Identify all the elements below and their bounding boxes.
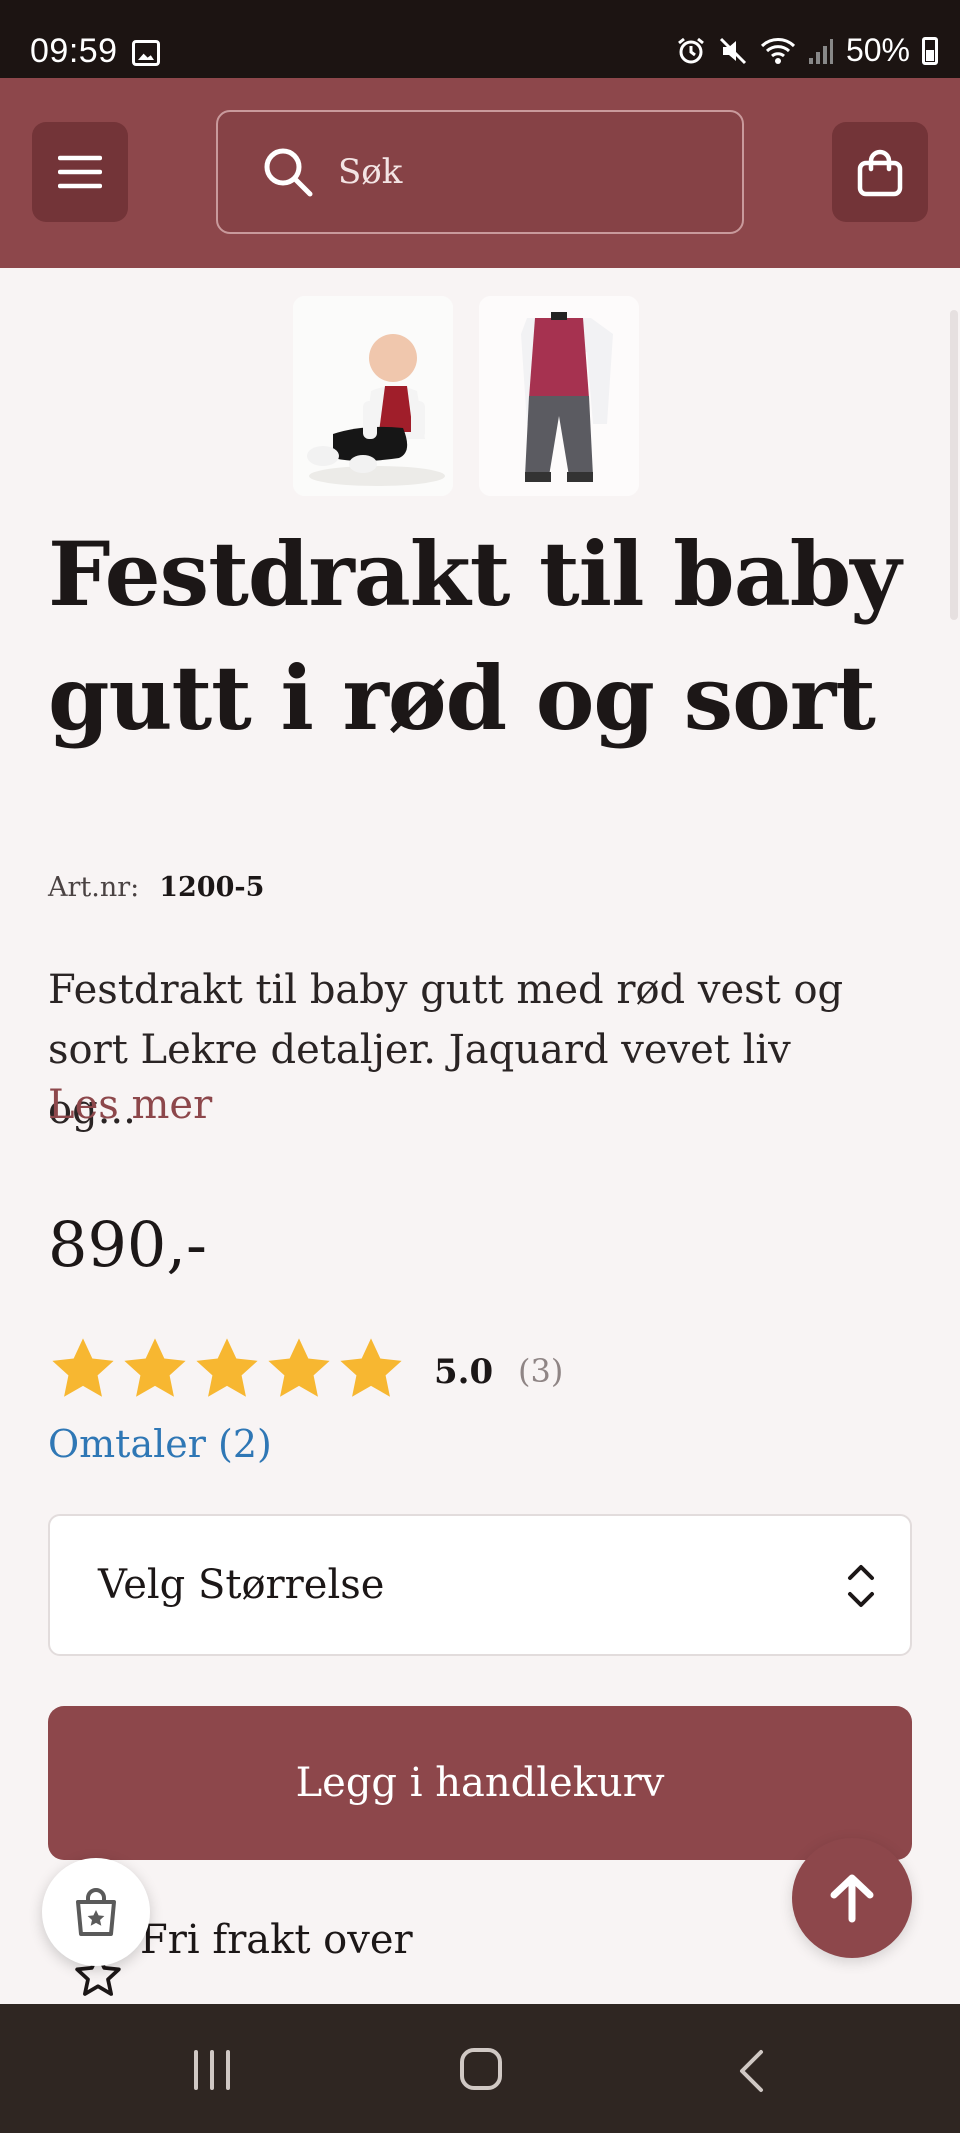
rating-stars xyxy=(48,1334,406,1404)
status-icons: 50% xyxy=(676,32,938,69)
cart-button[interactable] xyxy=(832,122,928,222)
menu-button[interactable] xyxy=(32,122,128,222)
outfit-photo-thumbnail[interactable] xyxy=(479,296,639,496)
artnr-value: 1200-5 xyxy=(159,872,265,903)
star-icon xyxy=(52,1338,114,1397)
baby-photo-image xyxy=(293,296,453,496)
battery-percent: 50% xyxy=(845,32,910,68)
artnr-label: Art.nr: xyxy=(48,872,140,903)
system-navigation-bar xyxy=(0,2004,960,2133)
reviews-link[interactable]: Omtaler (2) xyxy=(48,1422,272,1466)
menu-icon xyxy=(58,155,102,189)
wifi-icon xyxy=(760,37,795,64)
scrollbar[interactable] xyxy=(950,310,958,620)
star-icon xyxy=(196,1338,258,1397)
search-box[interactable] xyxy=(216,110,744,234)
baby-photo-thumbnail[interactable] xyxy=(293,296,453,496)
rating-count: (3) xyxy=(518,1352,564,1390)
product-price: 890,- xyxy=(48,1208,207,1281)
article-number: Art.nr: 1200-5 xyxy=(48,872,264,903)
status-bar: 09:59 50% xyxy=(0,0,960,78)
home-icon[interactable] xyxy=(458,2046,504,2092)
alarm-icon xyxy=(678,37,704,63)
shipping-info: Fri frakt over xyxy=(140,1917,413,1963)
read-more-link[interactable]: Les mer xyxy=(48,1082,212,1128)
search-input[interactable] xyxy=(338,152,718,192)
arrow-up-icon xyxy=(830,1874,874,1923)
star-icon xyxy=(124,1338,186,1397)
wishlist-bag-icon xyxy=(76,1888,116,1936)
battery-icon xyxy=(922,36,938,65)
shopping-bag-icon xyxy=(857,149,903,197)
chevron-updown-icon xyxy=(848,1565,874,1607)
add-to-cart-button[interactable]: Legg i handlekurv xyxy=(48,1706,912,1860)
product-title: Festdrakt til baby gutt i rød og sort xyxy=(48,522,901,750)
back-icon[interactable] xyxy=(736,2048,766,2094)
mute-icon xyxy=(719,37,747,64)
wishlist-button[interactable] xyxy=(42,1858,150,1966)
scroll-to-top-button[interactable] xyxy=(792,1838,912,1958)
image-icon xyxy=(132,40,160,66)
site-header xyxy=(0,78,960,268)
status-time: 09:59 xyxy=(30,32,118,70)
size-select[interactable]: Velg Størrelse xyxy=(48,1514,912,1656)
size-select-label: Velg Størrelse xyxy=(98,1562,385,1608)
star-icon xyxy=(268,1338,330,1397)
search-icon xyxy=(264,148,313,197)
signal-icon xyxy=(808,38,833,64)
product-thumbnails xyxy=(293,296,639,496)
star-icon xyxy=(340,1338,402,1397)
outfit-photo-image xyxy=(479,296,639,496)
rating-value: 5.0 xyxy=(434,1352,494,1392)
recent-apps-icon[interactable] xyxy=(190,2048,234,2092)
